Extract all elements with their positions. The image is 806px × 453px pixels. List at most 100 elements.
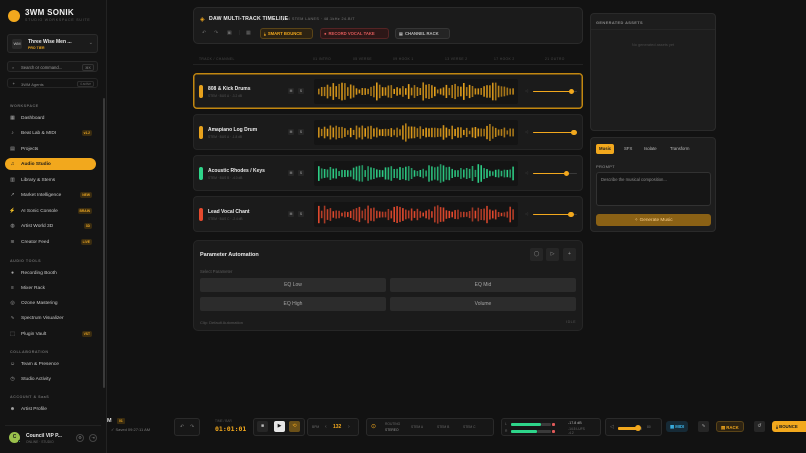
play-icon[interactable]: ▷ [546,248,559,261]
mute-button[interactable]: M [288,170,294,176]
sidebar-item-artist-profile[interactable]: ☻ Artist Profile [5,403,96,415]
track-waveform[interactable] [314,202,518,227]
bounce-button[interactable]: ⤓ BOUNCE [772,421,806,432]
sidebar-item-studio-activity[interactable]: ◷ Studio Activity [5,373,96,385]
sidebar-item-projects[interactable]: ▤ Projects [5,143,96,155]
midi-button[interactable]: ▦ MIDI [666,421,689,432]
sidebar-item-badge: 3D [83,222,92,229]
record-vocal-button[interactable]: ● RECORD VOCAL TAKE [320,28,389,39]
sidebar-item-label: Artist World 3D [21,223,54,229]
stop-icon[interactable]: ■ [257,421,268,432]
lane-chip[interactable]: STEM B [437,425,449,429]
search-input[interactable] [21,63,77,72]
play-icon[interactable]: ▶ [274,421,285,432]
sidebar-item-ozone-mastering[interactable]: ◎ Ozone Mastering [5,297,96,309]
lane-chip[interactable]: STEM C [463,425,475,429]
mute-button[interactable]: M [288,129,294,135]
tab-transform[interactable]: Transform [667,144,692,154]
rack-button[interactable]: ▤ RACK [716,421,744,432]
bpm-increase-icon[interactable]: › [348,424,350,430]
slider-knob[interactable] [571,129,577,135]
sidebar-item-creator-feed[interactable]: ≋ Creator Feed LIVE [5,236,96,248]
slider-knob[interactable] [563,170,570,176]
param-option-volume[interactable]: Volume [390,297,576,311]
bpm-label: BPM [312,425,320,429]
volume-knob[interactable] [635,424,641,431]
logout-icon[interactable]: ⇥ [89,434,97,442]
generate-music-button[interactable]: ✧ Generate Music [596,214,711,226]
track-waveform[interactable] [314,161,518,186]
solo-button[interactable]: S [298,170,304,176]
sidebar-item-plugin-vault[interactable]: ⬚ Plugin Vault VST [5,328,96,340]
save-icon[interactable]: ▣ [227,30,232,36]
solo-button[interactable]: S [298,211,304,217]
redo-icon[interactable]: ↷ [214,30,218,36]
waveform-bar [413,211,416,218]
sidebar-item-ai-sonic-console[interactable]: ⚡ AI Sonic Console BRAIN [5,205,96,217]
tab-sfx[interactable]: SFX [621,144,635,154]
tab-isolate[interactable]: Isolate [641,144,660,154]
sidebar-item-library-stems[interactable]: ▥ Library & Stems [5,174,96,186]
sidebar-item-audio-studio[interactable]: ♫ Audio Studio [5,158,96,170]
track-volume-slider[interactable] [533,88,577,94]
bpm-value[interactable]: 132 [333,424,341,430]
waveform-bar [419,126,422,139]
agents-button[interactable]: ✦ 3WM Agents 4 active [7,78,98,88]
track-volume-slider[interactable] [533,129,577,135]
history-icon[interactable]: ↺ [754,421,765,432]
waveform-bar [329,125,332,140]
track-row[interactable]: Lead Vocal Chant STEM · BUS C · -2.4 dB M S… [193,196,583,232]
sidebar-item-mixer-rack[interactable]: ≡ Mixer Rack [5,282,96,294]
redo-icon[interactable]: ↷ [190,424,194,430]
smart-bounce-button[interactable]: ⤓ SMART BOUNCE [260,28,313,39]
settings-icon[interactable]: ⚙ [76,434,84,442]
workspace-switcher[interactable]: WM Three Wise Men ... PRO TIER ⌄ [7,34,98,53]
waveform-bar [492,210,494,219]
track-row[interactable]: Acoustic Rhodes / Keys STEM · BUS B · -4.… [193,155,583,191]
param-option-eq-low[interactable]: EQ Low [200,278,386,292]
council-profile[interactable]: C Council VIP P... ONLINE · STUDIO ⚙ ⇥ [5,425,101,447]
track-row[interactable]: Amapiano Log Drum STEM · BUS A · -1.8 dB M… [193,114,583,150]
param-option-eq-mid[interactable]: EQ Mid [390,278,576,292]
waveform-bar [457,86,459,97]
prompt-input[interactable] [597,173,710,205]
waveform-bar [463,211,465,218]
track-volume-slider[interactable] [533,211,577,217]
search-box[interactable]: ⌕ ⌘K [7,61,98,72]
slider-knob[interactable] [568,88,575,94]
sidebar-item-market-intelligence[interactable]: ↗ Market Intelligence NEW [5,189,96,201]
track-row[interactable]: 808 & Kick Drums STEM · BUS A · -3.2 dB M S… [193,73,583,109]
sidebar-item-artist-world-3d[interactable]: ◍ Artist World 3D 3D [5,220,96,232]
slider-knob[interactable] [568,211,574,217]
track-volume-slider[interactable] [533,170,577,176]
add-icon[interactable]: + [563,248,576,261]
sidebar-item-team-presence[interactable]: ☺ Team & Presence [5,358,96,370]
prompt-box[interactable] [596,172,711,206]
loop-icon[interactable]: ⟲ [289,421,300,432]
undo-icon[interactable]: ↶ [180,424,184,430]
sidebar-item-spectrum-visualizer[interactable]: ∿ Spectrum Visualizer [5,312,96,324]
waveform-bar [381,211,384,218]
track-waveform[interactable] [314,120,518,145]
channel-rack-button[interactable]: ▤ CHANNEL RACK [395,28,450,39]
param-option-eq-high[interactable]: EQ High [200,297,386,311]
sidebar-item-dashboard[interactable]: ▦ Dashboard [5,112,96,124]
lane-chip[interactable]: STEM A [411,425,423,429]
track-waveform[interactable] [314,79,518,104]
sidebar-scrollbar[interactable] [103,98,105,388]
waveform-bar [338,210,340,219]
target-icon[interactable]: ◯ [530,248,543,261]
solo-button[interactable]: S [298,129,304,135]
sidebar-item-recording-booth[interactable]: ● Recording Booth [5,267,96,279]
bpm-decrease-icon[interactable]: ‹ [325,424,327,430]
sidebar-item-beat-lab-midi[interactable]: ♪ Beat Lab & MIDI v1.2 [5,127,96,139]
solo-button[interactable]: S [298,88,304,94]
undo-icon[interactable]: ↶ [202,30,206,36]
mute-button[interactable]: M [288,88,294,94]
grid-icon[interactable]: ▦ [246,30,251,36]
automation-icon[interactable]: ∿ [698,421,709,432]
waveform-bar [399,206,401,223]
tab-music[interactable]: Music [596,144,615,154]
mute-button[interactable]: M [288,211,294,217]
waveform-bar [352,209,355,220]
